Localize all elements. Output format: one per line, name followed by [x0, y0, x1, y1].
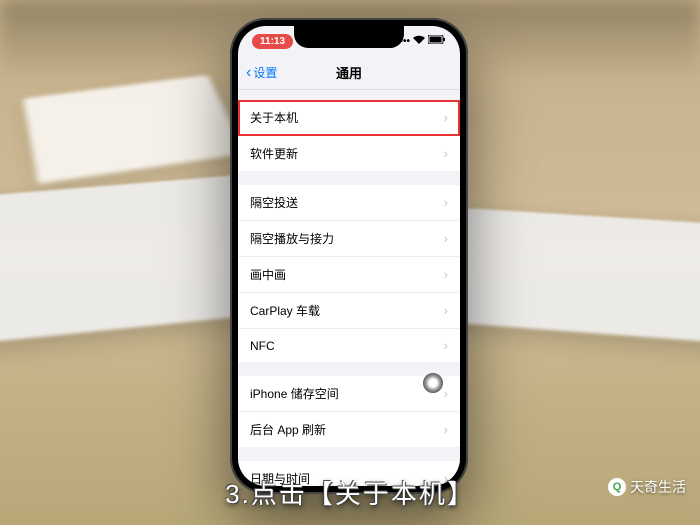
status-time: 11:13 — [252, 34, 293, 49]
assistive-touch-icon — [423, 373, 443, 393]
settings-group: 隔空投送 › 隔空播放与接力 › 画中画 › CarPlay 车载 › NFC — [238, 185, 460, 362]
item-label: 关于本机 — [250, 109, 298, 126]
phone-notch — [294, 26, 404, 48]
settings-group: 关于本机 › 软件更新 › — [238, 100, 460, 171]
item-label: 隔空投送 — [250, 194, 298, 211]
item-pip[interactable]: 画中画 › — [238, 257, 460, 293]
item-label: NFC — [250, 339, 275, 353]
item-airdrop[interactable]: 隔空投送 › — [238, 185, 460, 221]
item-software-update[interactable]: 软件更新 › — [238, 136, 460, 171]
item-background-refresh[interactable]: 后台 App 刷新 › — [238, 412, 460, 447]
item-about[interactable]: 关于本机 › — [238, 100, 460, 136]
item-label: 后台 App 刷新 — [250, 421, 326, 438]
chevron-right-icon: › — [444, 303, 448, 318]
chevron-left-icon: ‹ — [246, 64, 251, 82]
chevron-right-icon: › — [444, 267, 448, 282]
watermark-text: 天奇生活 — [630, 477, 686, 497]
item-airplay[interactable]: 隔空播放与接力 › — [238, 221, 460, 257]
back-label: 设置 — [253, 64, 277, 81]
chevron-right-icon: › — [444, 422, 448, 437]
item-carplay[interactable]: CarPlay 车载 › — [238, 293, 460, 329]
chevron-right-icon: › — [444, 146, 448, 161]
wifi-icon — [413, 35, 425, 47]
item-label: 隔空播放与接力 — [250, 230, 334, 247]
step-caption: 3.点击【关于本机】 — [0, 474, 700, 511]
chevron-right-icon: › — [444, 231, 448, 246]
chevron-right-icon: › — [444, 110, 448, 125]
item-label: iPhone 储存空间 — [250, 385, 339, 402]
assistive-touch[interactable] — [418, 368, 448, 398]
notebook-prop — [23, 75, 246, 184]
chevron-right-icon: › — [444, 195, 448, 210]
watermark-icon: Q — [608, 478, 626, 496]
back-button[interactable]: ‹ 设置 — [246, 64, 277, 82]
item-label: 软件更新 — [250, 145, 298, 162]
battery-icon — [428, 35, 446, 47]
chevron-right-icon: › — [444, 338, 448, 353]
settings-list[interactable]: 关于本机 › 软件更新 › 隔空投送 › 隔空播放与接力 › — [238, 90, 460, 486]
item-nfc[interactable]: NFC › — [238, 329, 460, 362]
nav-bar: ‹ 设置 通用 — [238, 56, 460, 90]
phone-screen: 11:13 •••• ‹ 设置 通用 关于本机 — [238, 26, 460, 486]
item-label: 画中画 — [250, 266, 286, 283]
item-label: CarPlay 车载 — [250, 302, 320, 319]
phone-frame: 11:13 •••• ‹ 设置 通用 关于本机 — [230, 18, 468, 494]
page-title: 通用 — [336, 63, 362, 82]
watermark: Q 天奇生活 — [608, 477, 686, 497]
